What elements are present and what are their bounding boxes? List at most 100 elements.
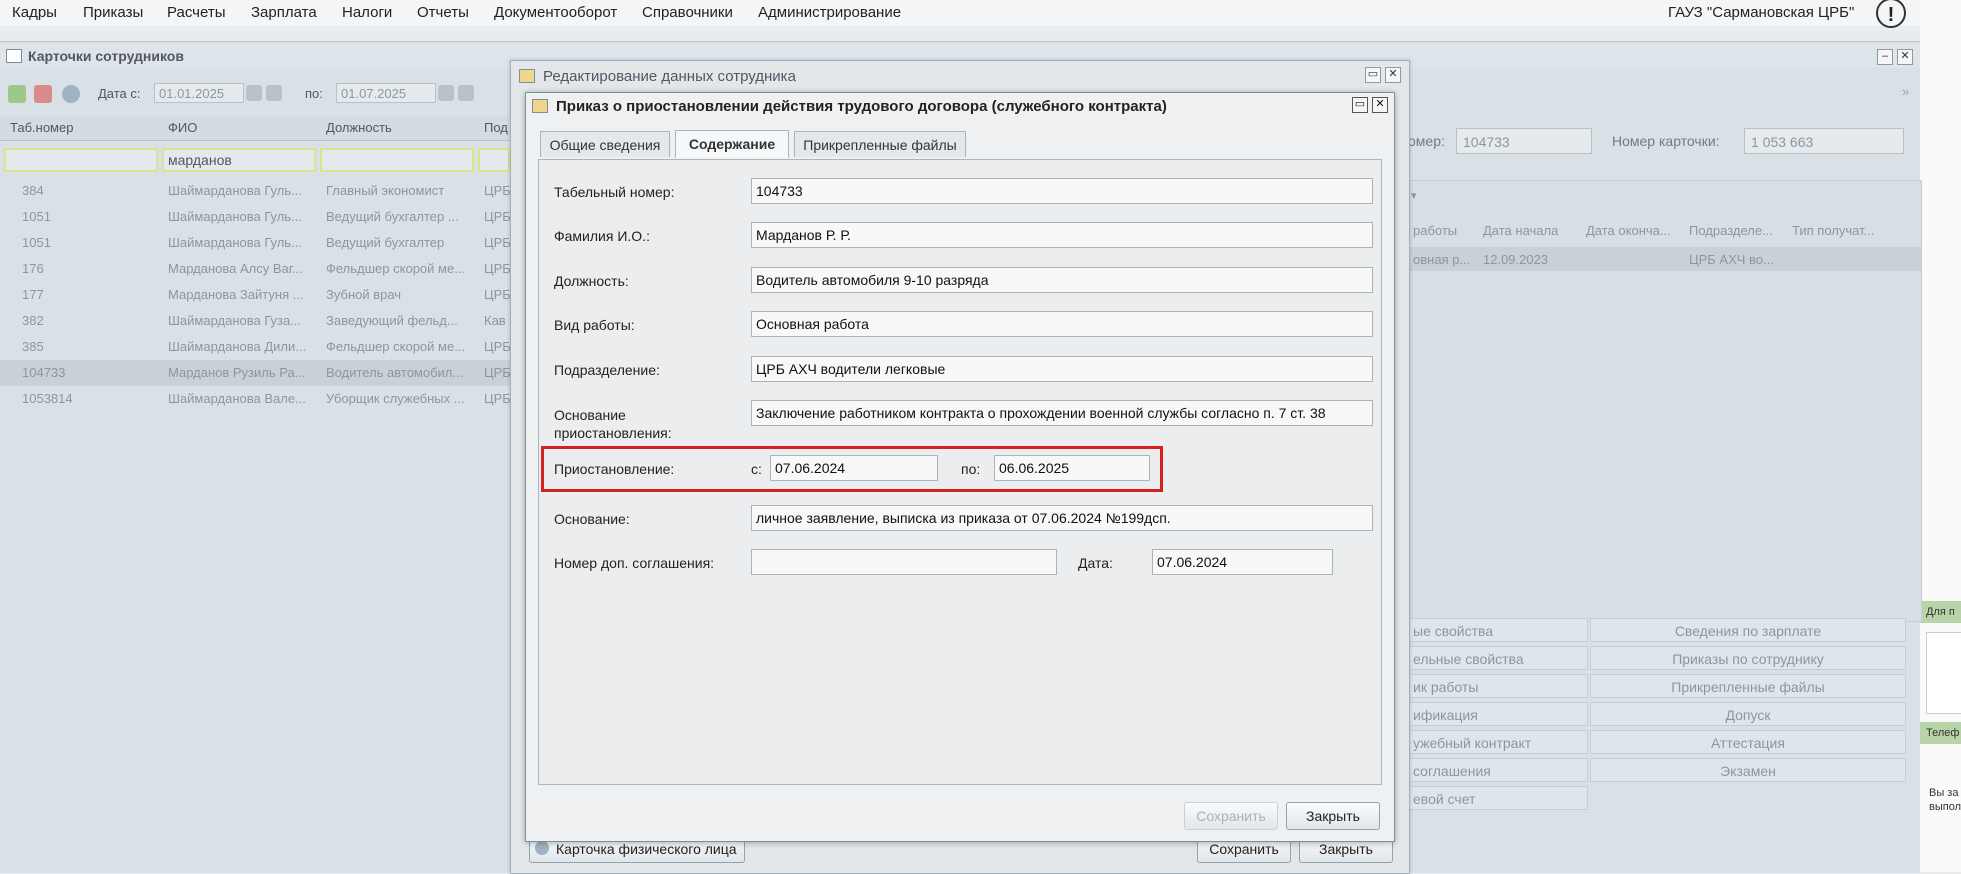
alert-icon[interactable]: !: [1876, 0, 1906, 28]
employee-action-button[interactable]: Приказы по сотруднику: [1590, 646, 1906, 670]
suspension-basis-field[interactable]: Заключение работником контракта о прохож…: [751, 400, 1373, 426]
position-field[interactable]: Водитель автомобиля 9-10 разряда: [751, 267, 1373, 293]
calendar-clear-icon[interactable]: [266, 85, 282, 101]
employee-action-button[interactable]: ельные свойства: [1408, 646, 1588, 670]
table-cell: ЦРБ: [484, 339, 510, 354]
agreement-number-label: Номер доп. соглашения:: [554, 555, 715, 571]
date-field[interactable]: 07.06.2024: [1152, 549, 1333, 575]
filter-division[interactable]: [478, 148, 510, 172]
work-history-row[interactable]: овная р... 12.09.2023 ЦРБ АХЧ во...: [1409, 247, 1921, 271]
table-cell: Уборщик служебных ...: [326, 391, 465, 406]
table-cell: 382: [22, 313, 44, 328]
expand-icon[interactable]: »: [1902, 84, 1909, 99]
table-row[interactable]: 176 Марданова Алсу Ваг... Фельдшер скорой …: [0, 256, 510, 282]
table-row[interactable]: 177 Марданова Зайтуня ... Зубной врач ЦРБ: [0, 282, 510, 308]
division-field[interactable]: ЦРБ АХЧ водители легковые: [751, 356, 1373, 382]
table-cell: Кав: [484, 313, 506, 328]
employee-action-button[interactable]: соглашения: [1408, 758, 1588, 782]
col-division[interactable]: Под: [484, 120, 508, 135]
menu-item-administrirovanie[interactable]: Администрирование: [758, 4, 901, 21]
calendar-clear-icon-2[interactable]: [458, 85, 474, 101]
suspension-order-dialog: Приказ о приостановлении действия трудов…: [525, 92, 1395, 842]
table-cell: Шаймарданова Гуль...: [168, 235, 302, 250]
menu-item-spravochniki[interactable]: Справочники: [642, 4, 733, 21]
menu-item-dokumentooborot[interactable]: Документооборот: [494, 4, 617, 21]
table-row[interactable]: 382 Шаймарданова Гуза... Заведующий фельд.…: [0, 308, 510, 334]
employee-action-button[interactable]: ик работы: [1408, 674, 1588, 698]
table-row[interactable]: 1053814 Шаймарданова Вале... Уборщик служе…: [0, 386, 510, 412]
cell: ЦРБ АХЧ во...: [1689, 252, 1774, 267]
filter-tab-number[interactable]: [4, 148, 158, 172]
table-row[interactable]: 104733 Марданов Рузиль Ра... Водитель авто…: [0, 360, 510, 386]
edit-icon: [519, 69, 535, 83]
suspension-to-field[interactable]: 06.06.2025: [994, 455, 1150, 481]
maximize-icon[interactable]: ▭: [1352, 97, 1368, 113]
col-start-date[interactable]: Дата начала: [1483, 223, 1558, 238]
basis-field[interactable]: личное заявление, выписка из приказа от …: [751, 505, 1373, 531]
close-icon[interactable]: ✕: [1372, 97, 1388, 113]
col-fio[interactable]: ФИО: [168, 120, 197, 135]
table-row[interactable]: 1051 Шаймарданова Гуль... Ведущий бухгалте…: [0, 204, 510, 230]
tab-number-field[interactable]: 104733: [1456, 128, 1592, 154]
col-recipient-type[interactable]: Тип получат...: [1792, 223, 1874, 238]
minimize-icon[interactable]: –: [1877, 49, 1893, 65]
table-row[interactable]: 1051 Шаймарданова Гуль... Ведущий бухгалте…: [0, 230, 510, 256]
menu-item-zarplata[interactable]: Зарплата: [251, 4, 317, 21]
cell: овная р...: [1413, 252, 1471, 267]
calendar-icon-2[interactable]: [438, 85, 454, 101]
save-button[interactable]: Сохранить: [1184, 802, 1278, 830]
col-end-date[interactable]: Дата оконча...: [1586, 223, 1671, 238]
tab-number-field[interactable]: 104733: [751, 178, 1373, 204]
card-number-field[interactable]: 1 053 663: [1744, 128, 1904, 154]
menu-item-nalogi[interactable]: Налоги: [342, 4, 392, 21]
suspension-basis-label: Основание приостановления:: [554, 407, 672, 441]
employee-action-button[interactable]: Экзамен: [1590, 758, 1906, 782]
table-cell: ЦРБ: [484, 365, 510, 380]
dropdown-arrow-icon[interactable]: ▾: [1411, 189, 1417, 202]
table-cell: Ведущий бухгалтер: [326, 235, 445, 250]
col-tab-number[interactable]: Таб.номер: [10, 120, 73, 135]
date-from-input[interactable]: 01.01.2025: [154, 83, 244, 103]
fio-field[interactable]: Марданов Р. Р.: [751, 222, 1373, 248]
tab-attached-files[interactable]: Прикрепленные файлы: [794, 131, 966, 157]
employee-action-button[interactable]: евой счет: [1408, 786, 1588, 810]
filter-fio[interactable]: марданов: [162, 148, 316, 172]
table-row[interactable]: 384 Шаймарданова Гуль... Главный экономист…: [0, 178, 510, 204]
tab-general[interactable]: Общие сведения: [540, 131, 670, 157]
person-icon[interactable]: [62, 85, 80, 103]
menu-item-raschety[interactable]: Расчеты: [167, 4, 226, 21]
date-to-input[interactable]: 01.07.2025: [336, 83, 436, 103]
col-subdivision[interactable]: Подразделе...: [1689, 223, 1773, 238]
agreement-number-field[interactable]: [751, 549, 1057, 575]
delete-icon[interactable]: [34, 85, 52, 103]
close-button[interactable]: Закрыть: [1286, 802, 1380, 830]
menu-item-otchety[interactable]: Отчеты: [417, 4, 469, 21]
add-icon[interactable]: [8, 85, 26, 103]
table-row[interactable]: 385 Шаймарданова Дили... Фельдшер скорой м…: [0, 334, 510, 360]
col-work-type[interactable]: работы: [1413, 223, 1457, 238]
filter-position[interactable]: [320, 148, 474, 172]
menu-item-kadry[interactable]: Кадры: [12, 4, 57, 21]
employee-action-button[interactable]: ужебный контракт: [1408, 730, 1588, 754]
suspension-from-field[interactable]: 07.06.2024: [770, 455, 938, 481]
card-number-label: Номер карточки:: [1612, 133, 1720, 149]
employee-action-button[interactable]: Прикрепленные файлы: [1590, 674, 1906, 698]
from-label: с:: [751, 461, 762, 477]
document-edit-icon: [532, 99, 548, 113]
employee-action-button[interactable]: Сведения по зарплате: [1590, 618, 1906, 642]
employee-action-button[interactable]: Допуск: [1590, 702, 1906, 726]
col-position[interactable]: Должность: [326, 120, 392, 135]
close-icon[interactable]: ✕: [1385, 67, 1401, 83]
employee-action-button[interactable]: ификация: [1408, 702, 1588, 726]
table-cell: Фельдшер скорой ме...: [326, 339, 466, 354]
tab-content[interactable]: Содержание: [675, 130, 789, 158]
employee-action-button[interactable]: Аттестация: [1590, 730, 1906, 754]
calendar-icon[interactable]: [246, 85, 262, 101]
close-icon[interactable]: ✕: [1897, 49, 1913, 65]
work-type-field[interactable]: Основная работа: [751, 311, 1373, 337]
maximize-icon[interactable]: ▭: [1365, 67, 1381, 83]
side-panel-text: Вы за выпол: [1929, 787, 1961, 813]
table-cell: Ведущий бухгалтер ...: [326, 209, 459, 224]
employee-action-button[interactable]: ые свойства: [1408, 618, 1588, 642]
menu-item-prikazy[interactable]: Приказы: [83, 4, 143, 21]
